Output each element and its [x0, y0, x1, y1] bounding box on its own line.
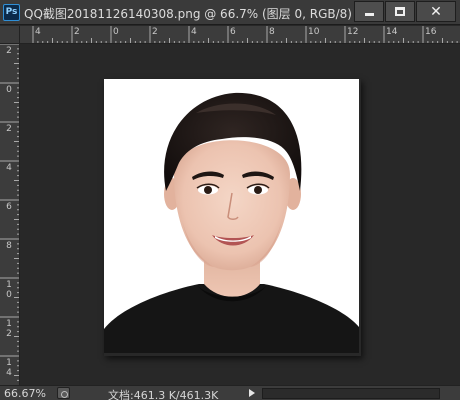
- title-bar: Ps QQ截图20181126140308.png @ 66.7% (图层 0,…: [0, 0, 460, 25]
- photoshop-app-icon[interactable]: Ps: [3, 4, 20, 21]
- ruler-h-label: 12: [347, 27, 359, 37]
- ruler-h-label: 10: [308, 27, 320, 37]
- minimize-button[interactable]: [354, 1, 384, 22]
- zoom-level-field[interactable]: 66.67%: [4, 387, 46, 400]
- status-bar: 66.67% 文档:461.3 K/461.3K: [0, 385, 460, 400]
- horizontal-scrollbar[interactable]: [262, 388, 440, 399]
- document-title: QQ截图20181126140308.png @ 66.7% (图层 0, RG…: [24, 7, 352, 21]
- ruler-v-label: 4: [6, 163, 12, 173]
- ruler-v-label: 0: [6, 85, 12, 95]
- ruler-h-label: 6: [230, 27, 236, 37]
- ruler-v-label: 1: [6, 319, 12, 329]
- document-canvas[interactable]: [104, 79, 359, 353]
- portrait-photo: [104, 79, 359, 353]
- window-controls: ✕: [354, 1, 456, 22]
- minimize-icon: [364, 13, 374, 16]
- ruler-v-label: 2: [6, 46, 12, 56]
- play-arrow-icon[interactable]: [249, 389, 255, 397]
- close-icon: ✕: [430, 3, 442, 20]
- horizontal-ruler[interactable]: 4 2 0 2 4 6 8 10 12 14 16: [20, 26, 460, 44]
- maximize-icon: [395, 7, 405, 16]
- close-button[interactable]: ✕: [416, 1, 456, 22]
- ruler-h-label: 16: [425, 27, 437, 37]
- ruler-v-label: 0: [6, 290, 12, 300]
- ruler-v-label: 6: [6, 202, 12, 212]
- ruler-v-label: 2: [6, 329, 12, 339]
- status-options-icon[interactable]: [57, 387, 70, 399]
- ruler-v-label: 2: [6, 124, 12, 134]
- maximize-button[interactable]: [385, 1, 415, 22]
- ruler-v-label: 1: [6, 358, 12, 368]
- ruler-h-label: 0: [113, 27, 119, 37]
- ruler-h-label: 4: [191, 27, 197, 37]
- ruler-h-label: 8: [269, 27, 275, 37]
- ruler-h-label: 4: [35, 27, 41, 37]
- ruler-h-label: 2: [74, 27, 80, 37]
- ruler-h-label: 2: [152, 27, 158, 37]
- document-size-info: 文档:461.3 K/461.3K: [108, 389, 219, 400]
- ruler-origin-corner[interactable]: [0, 26, 20, 44]
- ruler-v-label: 4: [6, 368, 12, 378]
- ruler-v-label: 8: [6, 241, 12, 251]
- vertical-ruler[interactable]: 202468101214: [0, 44, 20, 385]
- ruler-v-label: 1: [6, 280, 12, 290]
- ruler-h-label: 14: [386, 27, 398, 37]
